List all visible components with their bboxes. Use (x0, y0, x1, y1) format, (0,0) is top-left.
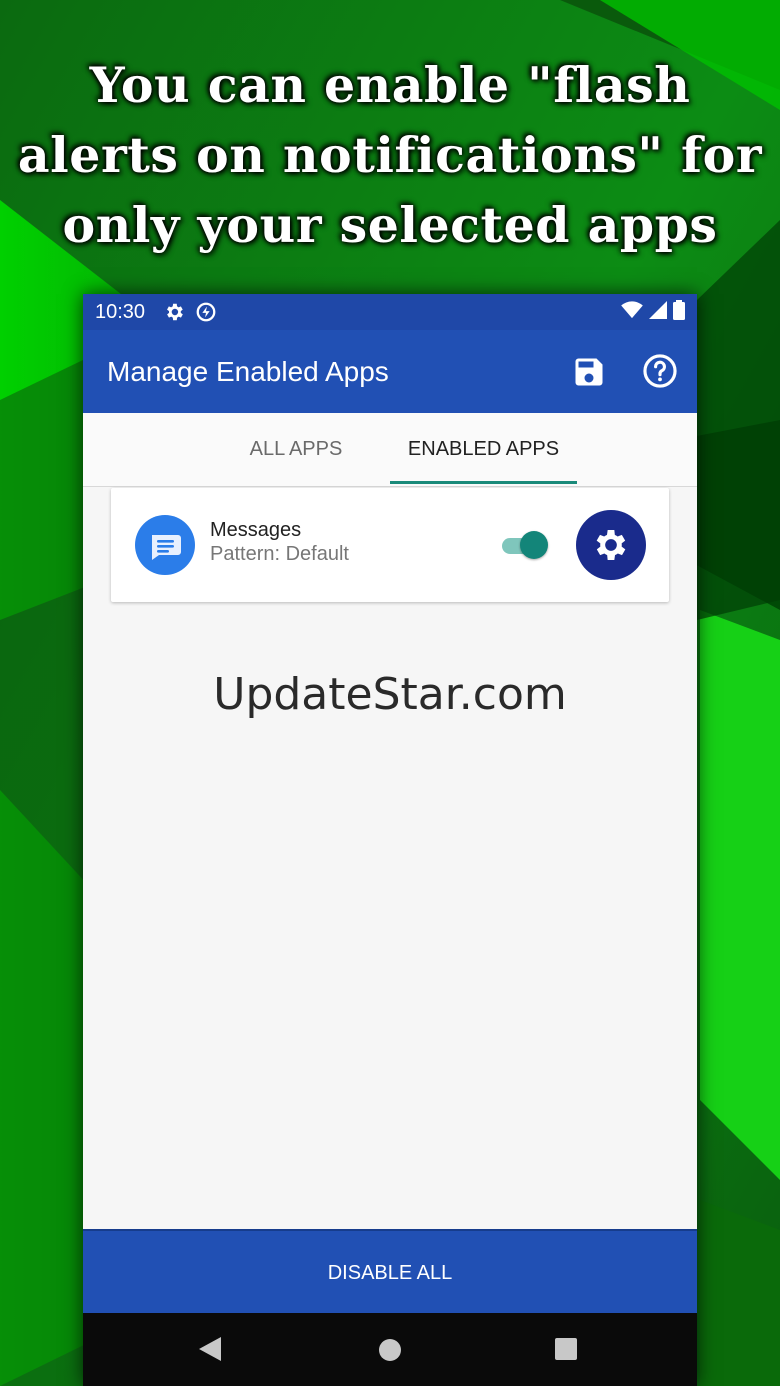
home-icon[interactable] (379, 1339, 401, 1361)
app-name: Messages (210, 519, 302, 541)
tab-all-apps[interactable]: ALL APPS (223, 413, 369, 486)
toggle-thumb (520, 531, 548, 559)
status-bar: 10:30 (83, 294, 697, 330)
navigation-bar (83, 1313, 697, 1386)
help-icon[interactable] (641, 352, 679, 390)
messages-icon (135, 515, 195, 575)
app-bar: Manage Enabled Apps (83, 330, 697, 413)
data-saver-icon (195, 301, 217, 329)
cell-signal-icon (649, 301, 667, 325)
tab-indicator (390, 481, 577, 484)
wifi-icon (621, 301, 643, 325)
phone-screen: 10:30 Manage Enabled Apps ALL APPS ENABL… (83, 294, 697, 1386)
headline-line-2: alerts on notifications" for (17, 126, 763, 184)
headline-line-3: only your selected apps (62, 196, 718, 254)
enable-toggle[interactable] (500, 530, 550, 560)
disable-all-button[interactable]: DISABLE ALL (83, 1229, 697, 1315)
promo-headline: You can enable "flash alerts on notifica… (0, 50, 780, 260)
recents-icon[interactable] (555, 1338, 577, 1360)
tab-enabled-apps[interactable]: ENABLED APPS (390, 413, 577, 486)
tab-bar: ALL APPS ENABLED APPS (83, 413, 697, 487)
page-title: Manage Enabled Apps (107, 356, 389, 387)
battery-icon (673, 300, 685, 326)
settings-icon (163, 301, 185, 329)
app-settings-button[interactable] (576, 510, 646, 580)
status-time: 10:30 (95, 301, 146, 323)
back-icon[interactable] (199, 1337, 221, 1366)
watermark: UpdateStar.com (213, 669, 567, 720)
save-icon[interactable] (571, 354, 607, 390)
list-item-messages[interactable]: Messages Pattern: Default (111, 488, 669, 602)
headline-line-1: You can enable "flash (89, 56, 691, 114)
app-pattern: Pattern: Default (210, 543, 349, 565)
